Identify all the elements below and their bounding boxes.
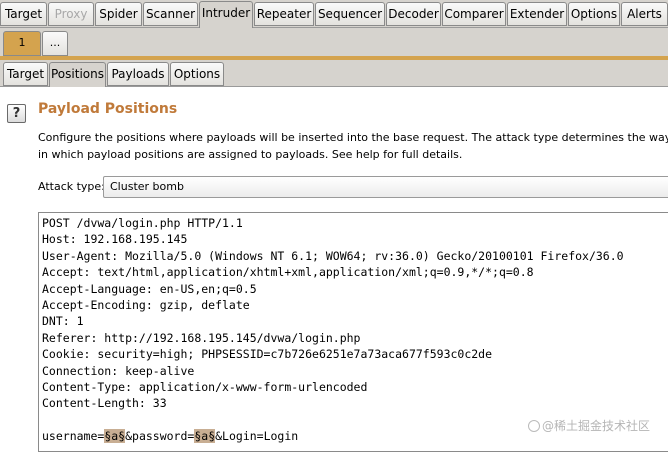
attack-tab-bar: 1 ... [0,28,668,57]
request-line: Content-Type: application/x-www-form-url… [42,379,368,394]
request-line: Connection: keep-alive [42,363,195,378]
subtab-options[interactable]: Options [170,62,224,86]
request-line: DNT: 1 [42,314,84,329]
payload-marker-password[interactable]: §a§ [194,429,216,444]
request-editor[interactable]: POST /dvwa/login.php HTTP/1.1 Host: 192.… [38,212,668,452]
request-line: User-Agent: Mozilla/5.0 (Windows NT 6.1;… [42,248,624,263]
tab-sequencer[interactable]: Sequencer [315,2,385,26]
request-line: Accept-Language: en-US,en;q=0.5 [42,281,257,296]
attack-type-label: Attack type: [38,180,105,193]
attack-tab-1[interactable]: 1 [3,31,41,56]
tab-scanner[interactable]: Scanner [143,2,198,26]
main-tab-bar: Target Proxy Spider Scanner Intruder Rep… [0,0,668,28]
subtab-positions[interactable]: Positions [49,62,106,87]
subtab-target[interactable]: Target [3,62,48,86]
watermark-text: @稀土掘金技术社区 [542,419,651,433]
body-prefix: username= [42,429,105,444]
request-line: Content-Length: 33 [42,396,167,411]
tab-extender[interactable]: Extender [507,2,567,26]
tab-decoder[interactable]: Decoder [386,2,441,26]
payload-marker-username[interactable]: §a§ [104,429,126,444]
watermark-logo-icon [528,420,540,432]
body-middle: &password= [125,429,195,444]
request-line: Accept: text/html,application/xhtml+xml,… [42,265,534,280]
tab-repeater[interactable]: Repeater [254,2,314,26]
request-line: Referer: http://192.168.195.145/dvwa/log… [42,330,361,345]
tab-target[interactable]: Target [0,2,47,26]
section-title: Payload Positions [38,101,178,117]
tab-spider[interactable]: Spider [95,2,142,26]
watermark: @稀土掘金技术社区 [528,417,650,434]
subtab-payloads[interactable]: Payloads [107,62,169,86]
request-line: Cookie: security=high; PHPSESSID=c7b726e… [42,347,493,362]
new-attack-tab[interactable]: ... [42,31,68,56]
request-line: POST /dvwa/login.php HTTP/1.1 [42,216,243,230]
tab-intruder[interactable]: Intruder [199,1,253,28]
tab-options[interactable]: Options [568,2,620,26]
tab-comparer[interactable]: Comparer [442,2,506,26]
request-line: Accept-Encoding: gzip, deflate [42,297,250,312]
tab-alerts[interactable]: Alerts [621,2,668,26]
attack-type-select[interactable]: Cluster bomb [103,176,668,198]
help-icon[interactable]: ? [7,104,26,123]
section-description: Configure the positions where payloads w… [38,131,668,161]
request-line: Host: 192.168.195.145 [42,232,188,247]
sub-tab-bar: Target Positions Payloads Options [0,60,668,87]
body-suffix: &Login=Login [215,429,299,444]
positions-panel: ? Payload Positions Configure the positi… [0,87,668,452]
tab-proxy[interactable]: Proxy [48,2,94,26]
